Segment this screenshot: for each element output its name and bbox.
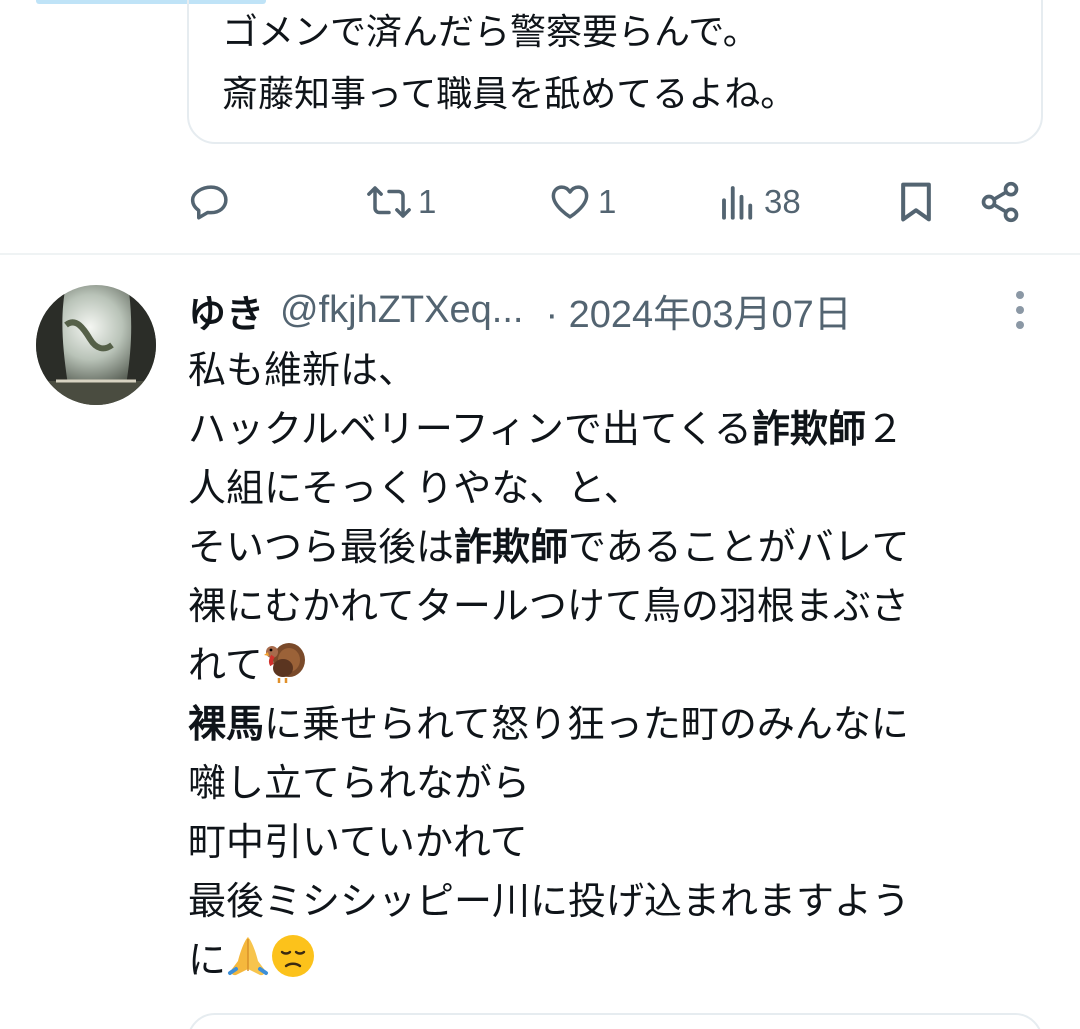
emphasized-text: 詐欺師 xyxy=(751,407,866,451)
body-text: ハックルベリーフィンで出てくる xyxy=(188,407,752,451)
more-options-button[interactable] xyxy=(1006,288,1034,332)
tweet-body-line: 町中引いていかれて xyxy=(188,813,1068,872)
tweet-body-line: そいつら最後は詐欺師であることがバレて xyxy=(188,518,1068,577)
body-text: 最後ミシシッピー川に投げ込まれますよう xyxy=(188,879,911,923)
share-icon xyxy=(978,180,1022,224)
tweet-action-bar: 1 1 38 xyxy=(0,170,1080,234)
bookmark-button[interactable] xyxy=(896,170,936,234)
tweet-body-line: ハックルベリーフィンで出てくる詐欺師２ xyxy=(188,400,1068,459)
tweet-date[interactable]: · 2024年03月07日 xyxy=(545,283,851,338)
body-text: ２ xyxy=(865,407,904,451)
heart-icon xyxy=(548,181,592,223)
tweet-body-line: 囃し立てられながら xyxy=(188,754,1068,813)
body-text: 町中引いていかれて xyxy=(188,820,528,864)
retweet-count: 1 xyxy=(418,183,437,220)
body-text: 囃し立てられながら xyxy=(188,761,531,805)
disappointed-face-icon xyxy=(270,933,316,996)
like-button[interactable]: 1 xyxy=(548,170,616,234)
like-count: 1 xyxy=(598,183,617,220)
turkey-icon xyxy=(263,638,307,701)
quoted-line: ゴメンで済んだら警察要らんで。 xyxy=(222,12,759,53)
tweet-body-line: 人組にそっくりやな、と、 xyxy=(188,459,1068,518)
retweet-icon xyxy=(366,181,412,223)
reply-button[interactable] xyxy=(190,170,238,234)
display-name[interactable]: ゆき xyxy=(188,283,264,338)
quoted-line: 斎藤知事って職員を舐めてるよね。 xyxy=(222,74,797,115)
reply-tweet-header: ゆき @fkjhZTXeq... · 2024年03月07日 xyxy=(188,280,852,340)
quoted-tweet-text: ゴメンで済んだら警察要らんで。 斎藤知事って職員を舐めてるよね。 xyxy=(222,2,796,126)
avatar[interactable] xyxy=(36,285,156,405)
folded-hands-icon xyxy=(226,933,270,996)
emphasized-text: 詐欺師 xyxy=(454,525,569,569)
views-button[interactable]: 38 xyxy=(718,170,801,234)
body-text: に xyxy=(188,938,227,982)
tweet-body-line: 私も維新は、 xyxy=(188,341,1068,400)
body-text: れて xyxy=(188,643,263,687)
tweet-thread: ゴメンで済んだら警察要らんで。 斎藤知事って職員を舐めてるよね。 1 1 38 … xyxy=(0,0,1080,1029)
view-count: 38 xyxy=(764,183,801,220)
emphasized-text: 裸馬 xyxy=(188,702,265,746)
tweet-body-line: 裸にむかれてタールつけて鳥の羽根まぶさ xyxy=(188,577,1068,636)
reply-icon xyxy=(190,181,232,223)
tweet-body-line: に xyxy=(188,931,1068,990)
body-text: 私も維新は、 xyxy=(188,348,417,392)
retweet-button[interactable]: 1 xyxy=(366,170,436,234)
body-text: であることがバレて xyxy=(568,525,910,569)
tweet-body-line: 裸馬に乗せられて怒り狂った町のみんなに xyxy=(188,695,1068,754)
tweet-body: 私も維新は、 ハックルベリーフィンで出てくる詐欺師２ 人組にそっくりやな、と、 そいつ… xyxy=(188,341,1068,990)
body-text: 人組にそっくりやな、と、 xyxy=(188,466,642,510)
tweet-body-line: 最後ミシシッピー川に投げ込まれますよう xyxy=(188,872,1068,931)
body-text: そいつら最後は xyxy=(188,525,455,569)
tweet-body-line: れて xyxy=(188,636,1068,695)
analytics-icon xyxy=(718,181,758,223)
more-icon xyxy=(1006,291,1034,336)
share-button[interactable] xyxy=(978,170,1022,234)
body-text: に乗せられて怒り狂った町のみんなに xyxy=(264,702,909,746)
tweet-divider xyxy=(0,253,1080,255)
next-card-edge[interactable] xyxy=(187,1013,1043,1029)
body-text: 裸にむかれてタールつけて鳥の羽根まぶさ xyxy=(188,584,909,628)
bookmark-icon xyxy=(896,180,936,224)
user-handle[interactable]: @fkjhZTXeq... xyxy=(280,289,523,332)
